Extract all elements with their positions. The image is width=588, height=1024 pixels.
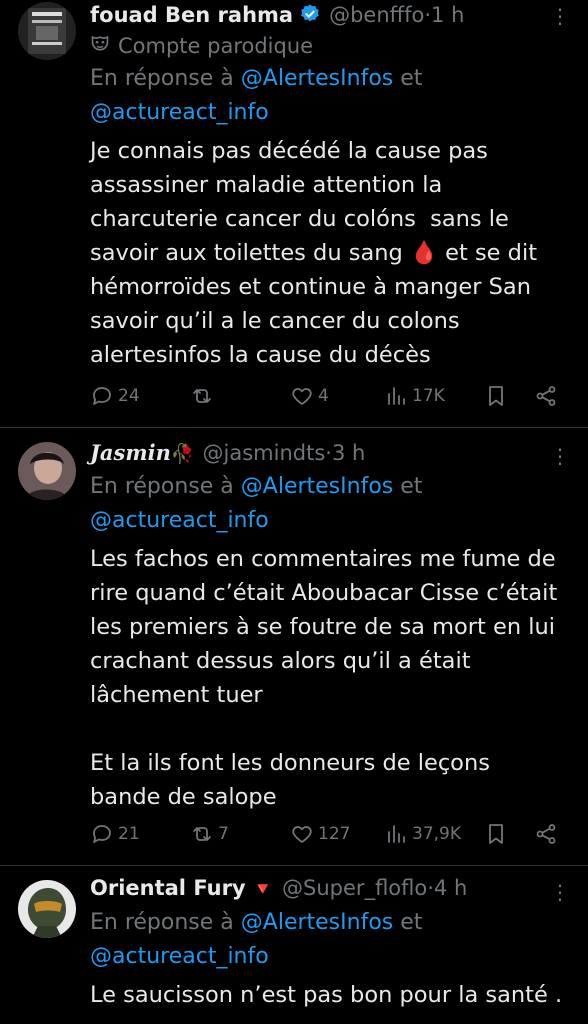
views-button[interactable]: 17K <box>384 384 445 408</box>
more-options-icon[interactable]: ⋮ <box>550 880 570 904</box>
bookmark-button[interactable] <box>484 384 512 408</box>
mention-actureact[interactable]: @actureact_info <box>90 944 269 969</box>
red-triangle-emoji: 🔻 <box>251 879 275 900</box>
reply-icon <box>93 387 111 405</box>
tweet-text: Je connais pas décédé la cause pas assas… <box>90 138 538 368</box>
like-count: 4 <box>318 386 329 406</box>
avatar-image <box>18 442 76 500</box>
tweet-header: Jasmin 🥀 @jasmindts · 3 h <box>90 440 574 470</box>
timestamp[interactable]: 3 h <box>332 441 365 465</box>
timestamp[interactable]: 4 h <box>434 876 467 900</box>
handle[interactable]: @Super_floflo <box>282 876 427 900</box>
share-icon <box>536 386 556 406</box>
retweet-button[interactable]: 7 <box>190 822 229 846</box>
separator: · <box>325 441 332 465</box>
tweet-text: Le saucisson n’est pas bon pour la santé… <box>90 982 563 1008</box>
reply-count: 21 <box>118 824 140 844</box>
mention-alertesinfos[interactable]: @AlertesInfos <box>241 910 393 935</box>
retweet-icon <box>193 827 211 841</box>
reply-and: et <box>393 910 423 935</box>
display-name[interactable]: Oriental Fury <box>90 876 246 900</box>
mention-alertesinfos[interactable]: @AlertesInfos <box>241 66 393 91</box>
views-icon <box>388 825 405 843</box>
parody-label-text: Compte parodique <box>118 34 314 58</box>
verified-badge-icon <box>299 3 321 29</box>
retweet-button[interactable] <box>190 384 218 408</box>
share-button[interactable] <box>534 822 562 846</box>
display-name[interactable]: fouad Ben rahma <box>90 3 293 27</box>
display-name[interactable]: Jasmin <box>90 440 171 465</box>
action-bar: 21 7 127 37,9K <box>0 822 588 852</box>
heart-icon <box>292 826 312 843</box>
tweet-1[interactable]: fouad Ben rahma @benfffo · 1 h Compte pa… <box>0 0 588 428</box>
reply-count: 24 <box>118 386 140 406</box>
mask-icon <box>90 30 110 62</box>
heart-icon <box>292 388 312 405</box>
bookmark-button[interactable] <box>484 822 512 846</box>
avatar-image <box>18 2 76 60</box>
reply-button[interactable]: 21 <box>90 822 140 846</box>
reply-icon <box>93 825 111 843</box>
reply-context: En réponse à @AlertesInfos et @actureact… <box>90 62 574 130</box>
handle[interactable]: @benfffo <box>329 3 424 27</box>
tweet-header: Oriental Fury 🔻 @Super_floflo · 4 h <box>90 876 574 906</box>
handle[interactable]: @jasmindts <box>203 441 326 465</box>
parody-label: Compte parodique <box>90 30 574 62</box>
tweet-header: fouad Ben rahma @benfffo · 1 h <box>90 0 574 30</box>
reply-and: et <box>393 66 423 91</box>
share-icon <box>536 824 556 844</box>
separator: · <box>427 876 434 900</box>
reply-context: En réponse à @AlertesInfos et @actureact… <box>90 470 574 538</box>
mention-actureact[interactable]: @actureact_info <box>90 508 269 533</box>
avatar[interactable] <box>18 2 76 60</box>
more-options-icon[interactable]: ⋮ <box>550 444 570 468</box>
bookmark-icon <box>489 824 503 844</box>
views-count: 17K <box>412 386 445 406</box>
more-options-icon[interactable]: ⋮ <box>550 4 570 28</box>
like-count: 127 <box>318 824 351 844</box>
tweet-text: Les fachos en commentaires me fume de ri… <box>90 546 558 810</box>
retweet-count: 7 <box>218 824 229 844</box>
reply-button[interactable]: 24 <box>90 384 140 408</box>
timestamp[interactable]: 1 h <box>431 3 464 27</box>
reply-and: et <box>393 474 423 499</box>
avatar[interactable] <box>18 880 76 938</box>
reply-context: En réponse à @AlertesInfos et @actureact… <box>90 906 574 974</box>
separator: · <box>424 3 432 27</box>
mention-actureact[interactable]: @actureact_info <box>90 100 269 125</box>
reply-prefix: En réponse à <box>90 66 241 91</box>
bookmark-icon <box>489 386 503 406</box>
avatar-image <box>18 880 76 938</box>
reply-prefix: En réponse à <box>90 910 241 935</box>
tweet-2[interactable]: Jasmin 🥀 @jasmindts · 3 h En réponse à @… <box>0 428 588 866</box>
action-bar: 24 4 17K <box>0 384 588 414</box>
share-button[interactable] <box>534 384 562 408</box>
rose-emoji: 🥀 <box>170 443 195 465</box>
views-button[interactable]: 37,9K <box>384 822 461 846</box>
tweet-3[interactable]: Oriental Fury 🔻 @Super_floflo · 4 h En r… <box>0 866 588 1024</box>
like-button[interactable]: 127 <box>290 822 350 846</box>
views-count: 37,9K <box>412 824 461 844</box>
retweet-icon <box>193 389 211 403</box>
like-button[interactable]: 4 <box>290 384 329 408</box>
views-icon <box>388 387 405 405</box>
avatar[interactable] <box>18 442 76 500</box>
mention-alertesinfos[interactable]: @AlertesInfos <box>241 474 393 499</box>
reply-prefix: En réponse à <box>90 474 241 499</box>
